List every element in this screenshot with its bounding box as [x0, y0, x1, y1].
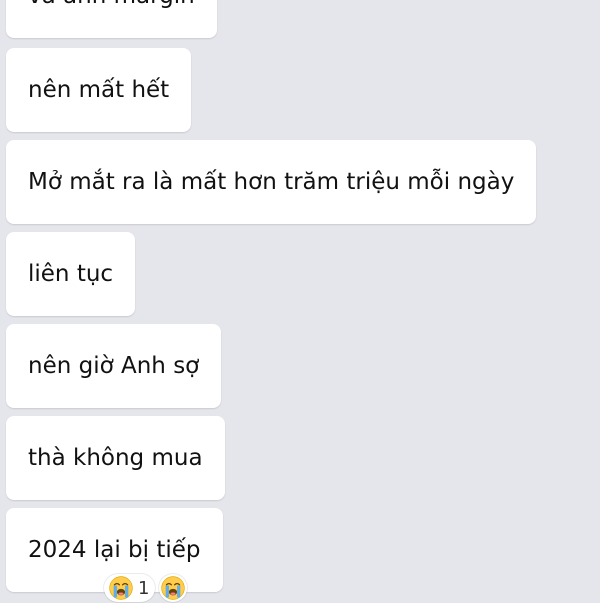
message-text: liên tục [28, 261, 114, 287]
message-bubble[interactable]: liên tục [6, 232, 136, 316]
reaction-button[interactable] [159, 574, 188, 602]
loudly-crying-face-icon [109, 576, 133, 600]
reaction-summary[interactable]: 1 [104, 574, 156, 602]
message-text: Mở mắt ra là mất hơn trăm triệu mỗi ngày [28, 169, 515, 195]
chat-thread: và anh margin nên mất hết Mở mắt ra là m… [0, 0, 600, 603]
message-bubble[interactable]: thà không mua [6, 416, 225, 500]
message-text: nên giờ Anh sợ [28, 353, 200, 379]
message-text: nên mất hết [28, 77, 170, 103]
message-bubble[interactable]: và anh margin [6, 0, 217, 38]
message-bubble[interactable]: Mở mắt ra là mất hơn trăm triệu mỗi ngày [6, 140, 537, 224]
reactions-bar: 1 [104, 573, 188, 603]
message-text: thà không mua [28, 445, 203, 471]
reaction-count: 1 [138, 577, 150, 599]
message-text: và anh margin [28, 0, 195, 9]
message-bubble[interactable]: nên mất hết [6, 48, 192, 132]
loudly-crying-face-icon [161, 576, 186, 600]
message-text: 2024 lại bị tiếp [28, 537, 201, 563]
message-bubble[interactable]: nên giờ Anh sợ [6, 324, 222, 408]
